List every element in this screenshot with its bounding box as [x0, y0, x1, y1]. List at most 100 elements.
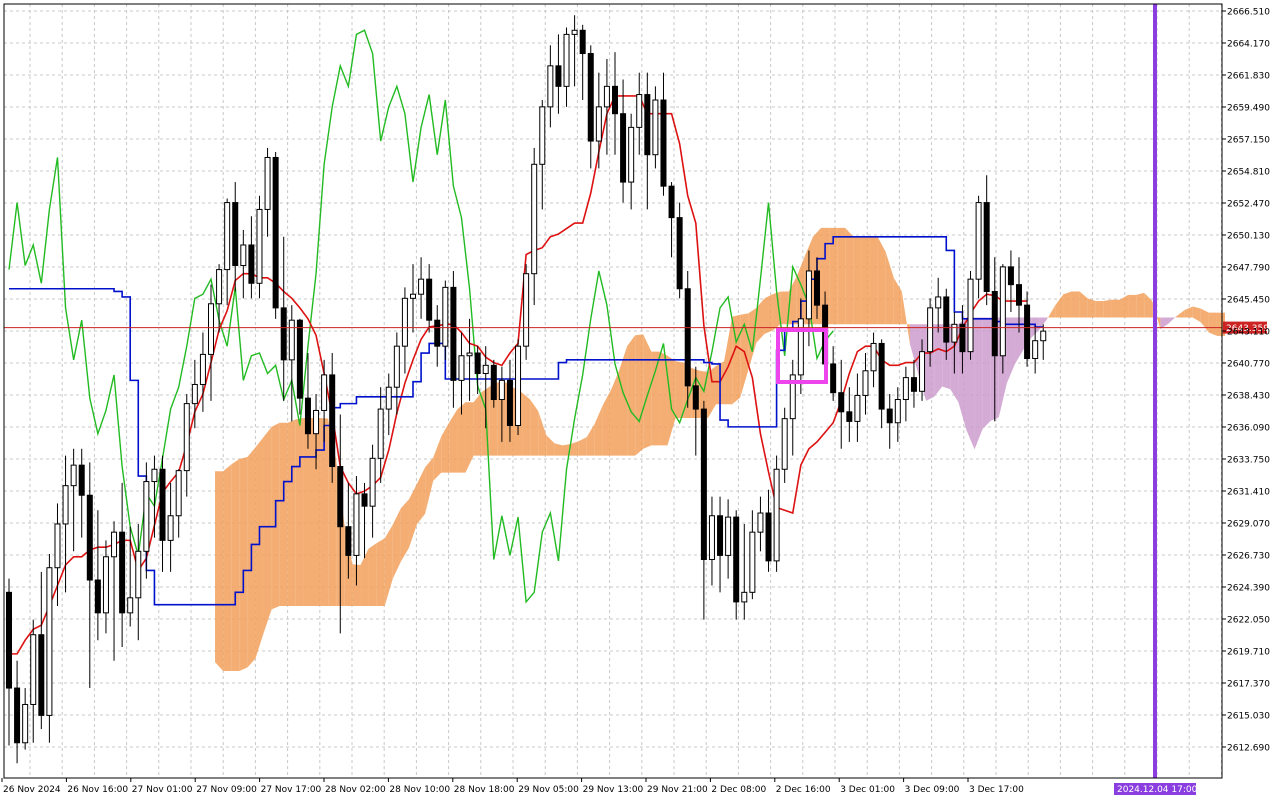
kumo-segment: [1095, 301, 1104, 318]
candle-bear: [838, 392, 845, 413]
candle-bear: [94, 579, 101, 614]
candle-bull: [862, 370, 869, 396]
x-tick-label: 27 Nov 09:00: [196, 785, 257, 795]
candle-bull: [62, 485, 69, 525]
y-tick-label: 2631.410: [1227, 488, 1270, 498]
candle-bull: [870, 342, 877, 372]
candle-bull: [70, 464, 77, 487]
y-tick-label: 2629.070: [1227, 520, 1270, 530]
kumo-segment: [627, 335, 636, 456]
kumo-segment: [1087, 298, 1096, 318]
y-tick-label: 2636.090: [1227, 424, 1270, 434]
candle-bear: [579, 29, 586, 55]
x-tick-label: 28 Nov 10:00: [389, 785, 450, 795]
kumo-segment: [473, 391, 482, 456]
candle-bull: [183, 403, 190, 472]
kumo-segment: [239, 456, 248, 671]
candle-bull: [30, 634, 37, 705]
candle-bear: [86, 494, 93, 581]
candle-bull: [410, 293, 416, 299]
candle-bull: [1032, 340, 1039, 359]
y-tick-label: 2664.170: [1227, 40, 1270, 50]
candle-bull: [135, 550, 142, 599]
candle-bull: [515, 345, 522, 426]
candle-bull: [151, 468, 158, 483]
y-tick-label: 2633.750: [1227, 456, 1270, 466]
candle-bull: [547, 65, 554, 108]
y-tick-label: 2654.810: [1227, 168, 1270, 178]
candle-bear: [959, 323, 966, 353]
candle-bear: [555, 65, 562, 87]
candle-bull: [199, 353, 206, 385]
candle-bull: [894, 399, 901, 424]
candle-bear: [426, 278, 433, 321]
kumo-segment: [215, 471, 224, 671]
candle-bear: [830, 363, 837, 394]
candle-bull: [288, 319, 295, 361]
candle-bear: [620, 113, 627, 183]
x-tick-label: 28 Nov 18:00: [454, 785, 515, 795]
candle-bear: [272, 156, 279, 309]
kumo-segment: [974, 317, 983, 450]
candle-bull: [935, 296, 942, 309]
candle-bear: [660, 99, 667, 187]
kumo-segment: [263, 426, 272, 634]
x-tick-label: 3 Dec 01:00: [840, 785, 895, 795]
candle-bull: [321, 374, 328, 411]
candle-bear: [159, 468, 166, 541]
candle-bear: [296, 319, 303, 399]
candle-bear: [587, 53, 594, 142]
candle-bull: [571, 29, 578, 35]
kumo-segment: [845, 227, 854, 325]
candle-bear: [474, 352, 481, 375]
candle-bear: [612, 85, 618, 115]
candle-bull: [563, 33, 570, 87]
candle-bull: [531, 163, 538, 275]
candle-bear: [280, 307, 287, 361]
candle-bull: [264, 156, 271, 210]
candle-bull: [369, 457, 376, 507]
x-tick-label: 26 Nov 2024: [3, 785, 61, 795]
candle-bull: [1040, 330, 1047, 342]
candle-bear: [232, 202, 239, 266]
candle-bull: [854, 394, 861, 422]
kumo-segment: [861, 236, 870, 325]
x-tick-label: 28 Nov 02:00: [325, 785, 386, 795]
kumo-segment: [1111, 299, 1120, 318]
x-tick-label: 26 Nov 16:00: [67, 785, 128, 795]
kumo-segment: [877, 236, 886, 325]
kumo-segment: [368, 543, 377, 607]
x-tick-label: 29 Nov 21:00: [647, 785, 708, 795]
candle-bear: [846, 411, 853, 422]
candle-bull: [240, 244, 247, 266]
candle-bull: [102, 556, 109, 614]
kumo-segment: [1136, 292, 1145, 318]
candle-bull: [256, 208, 263, 284]
kumo-segment: [675, 361, 684, 418]
kumo-segment: [853, 236, 862, 325]
candle-bull: [708, 515, 715, 561]
candle-bull: [781, 418, 788, 470]
x-tick-label: 3 Dec 17:00: [969, 785, 1024, 795]
candle-bull: [127, 597, 134, 614]
y-tick-label: 2640.770: [1227, 360, 1270, 370]
kumo-segment: [1103, 299, 1112, 318]
candle-bull: [523, 273, 530, 347]
kumo-segment: [837, 227, 846, 325]
candle-bear: [1024, 304, 1031, 359]
candle-bull: [805, 270, 812, 320]
candle-bull: [385, 386, 392, 410]
candle-bear: [119, 531, 126, 614]
candle-bull: [603, 85, 610, 108]
candle-bull: [999, 266, 1006, 357]
y-tick-label: 2638.430: [1227, 392, 1270, 402]
candle-bull: [401, 297, 408, 347]
y-tick-label: 2622.050: [1227, 616, 1270, 626]
y-tick-label: 2619.710: [1227, 648, 1270, 658]
candle-bear: [644, 94, 651, 156]
candle-bull: [466, 352, 473, 357]
kumo-segment: [643, 334, 652, 449]
kumo-segment: [651, 351, 660, 446]
candle-bear: [78, 464, 85, 496]
kumo-segment: [279, 422, 288, 607]
